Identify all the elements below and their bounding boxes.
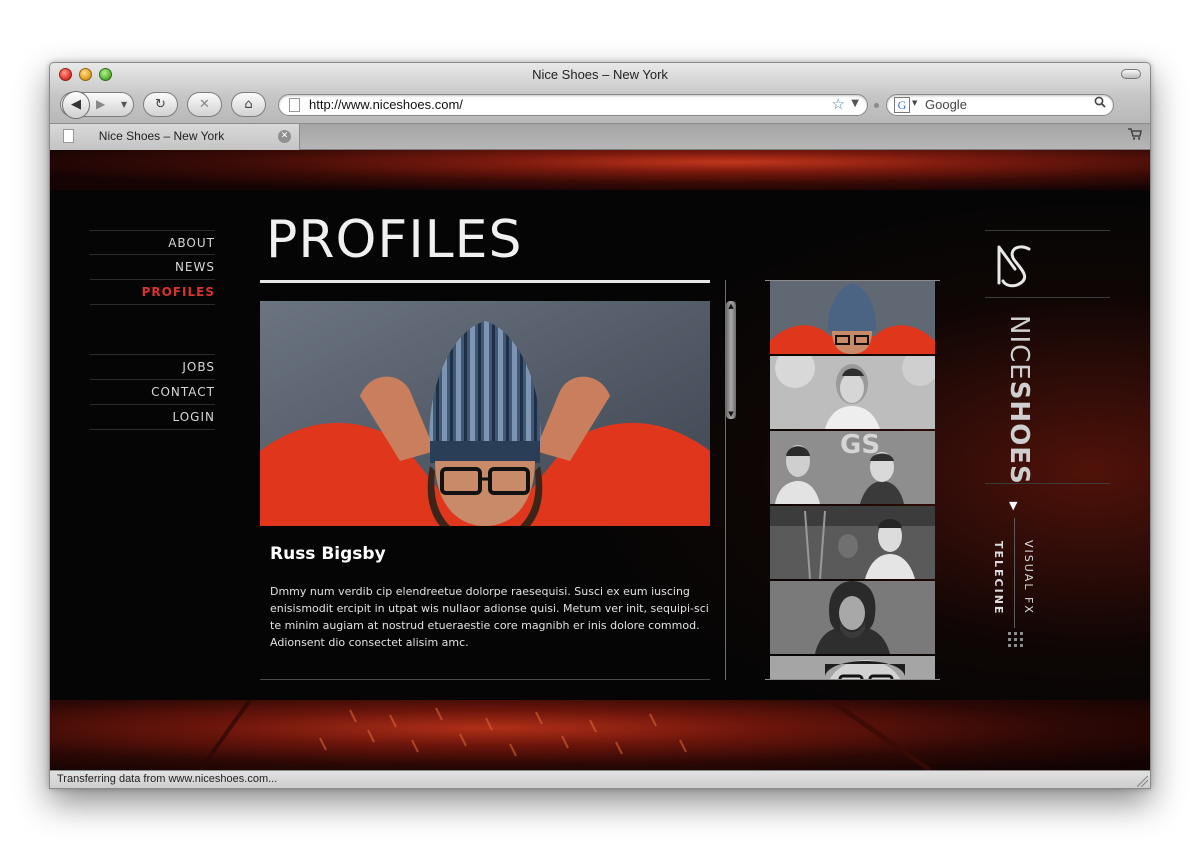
reload-button[interactable]: ↻ (143, 92, 178, 117)
menu-arrow-icon[interactable]: ▼ (1009, 499, 1017, 512)
profile-thumbnails: GS (770, 281, 935, 679)
nav-news[interactable]: NEWS (90, 255, 215, 280)
footer-banner (50, 700, 1150, 770)
link-telecine[interactable]: TELECINE (992, 541, 1005, 615)
nav-divider (90, 305, 215, 355)
grid-menu-icon[interactable] (1008, 632, 1024, 648)
nav-contact[interactable]: CONTACT (90, 380, 215, 405)
cart-icon[interactable] (1128, 128, 1142, 143)
brand-sidebar: NICESHOES ▼ VISUAL FX TELECINE (985, 230, 1115, 700)
brand-divider (985, 297, 1110, 298)
splitter-handle[interactable] (874, 103, 879, 108)
niceshoes-wordmark: NICESHOES (996, 315, 1034, 485)
search-input[interactable]: Google (925, 96, 967, 114)
brand-divider (985, 230, 1110, 231)
history-menu-icon[interactable]: ▼ (121, 93, 127, 116)
profile-thumbnail[interactable]: GS (770, 431, 935, 504)
home-button[interactable]: ⌂ (231, 92, 266, 117)
search-engine-icon[interactable]: G (894, 97, 910, 113)
search-engine-menu-icon[interactable]: ▼ (912, 99, 917, 107)
stop-button[interactable]: ✕ (187, 92, 222, 117)
back-forward-control: ◀ ▶ ▼ (60, 91, 134, 119)
url-input[interactable]: http://www.niceshoes.com/ (309, 96, 817, 114)
browser-window: Nice Shoes – New York ◀ ▶ ▼ ↻ ✕ ⌂ http:/… (49, 62, 1151, 789)
web-page: ABOUT NEWS PROFILES JOBS CONTACT LOGIN P… (50, 150, 1150, 770)
heading-divider (260, 280, 710, 283)
scroll-up-icon[interactable]: ▲ (726, 301, 736, 311)
resize-grip-icon[interactable] (1137, 776, 1148, 787)
search-icon[interactable] (1094, 96, 1106, 112)
search-bar[interactable]: G ▼ Google (886, 94, 1114, 116)
brand-vertical-divider (1014, 518, 1015, 628)
brand-divider (985, 483, 1110, 484)
tab-nice-shoes[interactable]: Nice Shoes – New York ✕ (50, 124, 300, 150)
header-banner (50, 150, 1150, 190)
bookmark-star-icon[interactable]: ☆ (832, 95, 845, 113)
profile-thumbnail[interactable] (770, 656, 935, 679)
profile-name: Russ Bigsby (270, 544, 386, 564)
profile-bio: Dmmy num verdib cip elendreetue dolorpe … (270, 585, 709, 649)
site-nav: ABOUT NEWS PROFILES JOBS CONTACT LOGIN (90, 230, 215, 430)
text-scrollbar[interactable]: ▲ ▼ (726, 301, 736, 419)
back-button[interactable]: ◀ (62, 91, 90, 119)
address-bar[interactable]: http://www.niceshoes.com/ ☆ ▼ (278, 94, 868, 116)
niceshoes-logo-icon[interactable] (995, 239, 1035, 289)
profile-thumbnail[interactable] (770, 281, 935, 354)
tab-title: Nice Shoes – New York (98, 129, 225, 143)
nav-profiles[interactable]: PROFILES (90, 280, 215, 305)
toolbar-toggle-button[interactable] (1121, 69, 1141, 79)
nav-jobs[interactable]: JOBS (90, 355, 215, 380)
title-bar: Nice Shoes – New York ◀ ▶ ▼ ↻ ✕ ⌂ http:/… (50, 63, 1150, 124)
nav-login[interactable]: LOGIN (90, 405, 215, 430)
wordmark-light: NICE (1004, 315, 1034, 381)
page-icon (289, 98, 300, 112)
scroll-down-icon[interactable]: ▼ (726, 409, 736, 419)
content-bottom-divider (260, 679, 710, 680)
page-title: PROFILES (266, 210, 523, 270)
profile-thumbnail[interactable] (770, 356, 935, 429)
profile-photo (260, 301, 710, 526)
nav-about[interactable]: ABOUT (90, 230, 215, 255)
thumbs-bottom-divider (765, 679, 940, 680)
tab-close-icon[interactable]: ✕ (278, 130, 291, 143)
link-visual-fx[interactable]: VISUAL FX (1022, 540, 1035, 615)
status-bar: Transferring data from www.niceshoes.com… (50, 770, 1150, 788)
profile-thumbnail[interactable] (770, 581, 935, 654)
tab-strip: Nice Shoes – New York ✕ (50, 124, 1150, 150)
status-text: Transferring data from www.niceshoes.com… (57, 773, 278, 785)
wordmark-bold: SHOES (1004, 380, 1034, 485)
window-title: Nice Shoes – New York (532, 67, 668, 82)
url-history-icon[interactable]: ▼ (851, 98, 859, 109)
profile-thumbnail[interactable] (770, 506, 935, 579)
forward-button[interactable]: ▶ (96, 93, 105, 116)
